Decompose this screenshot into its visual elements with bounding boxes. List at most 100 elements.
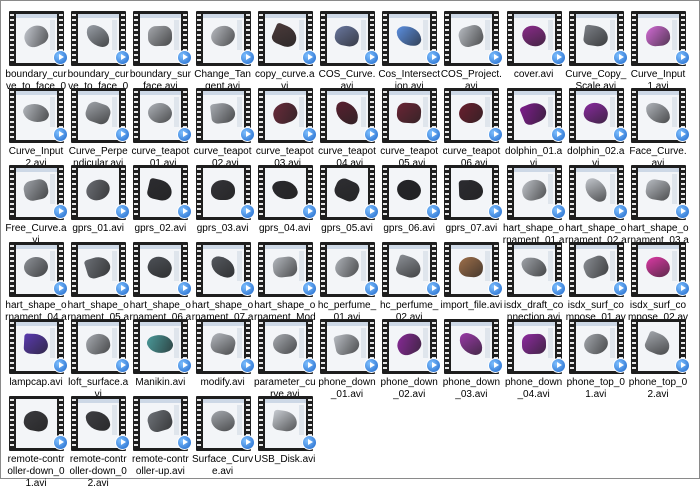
video-thumbnail[interactable] — [568, 319, 628, 374]
model-preview — [85, 410, 111, 432]
video-thumbnail[interactable] — [257, 88, 317, 143]
video-thumbnail[interactable] — [257, 396, 317, 451]
video-file-icon — [488, 127, 504, 142]
video-thumbnail[interactable] — [9, 11, 68, 66]
video-thumbnail[interactable] — [195, 242, 255, 297]
video-thumbnail[interactable] — [133, 88, 193, 143]
thumbnail-screen — [16, 91, 57, 140]
film-strip-left — [134, 322, 139, 371]
video-thumbnail[interactable] — [133, 165, 193, 220]
model-preview — [396, 25, 422, 47]
video-thumbnail[interactable] — [506, 11, 566, 66]
model-preview — [210, 180, 235, 200]
video-thumbnail[interactable] — [631, 88, 690, 143]
film-strip-left — [258, 14, 263, 63]
video-thumbnail[interactable] — [195, 88, 255, 143]
thumbnail-screen — [638, 168, 679, 217]
model-preview — [518, 22, 549, 50]
video-thumbnail[interactable] — [257, 319, 317, 374]
film-strip-left — [445, 168, 450, 217]
film-strip-left — [383, 245, 388, 294]
film-strip-left — [445, 14, 450, 63]
video-thumbnail[interactable] — [568, 165, 628, 220]
video-thumbnail[interactable] — [506, 319, 566, 374]
file-browser-window: boundary_curve_to_face_02.aviboundary_cu… — [0, 0, 700, 489]
file-icon-grid: boundary_curve_to_face_02.aviboundary_cu… — [5, 11, 697, 489]
video-thumbnail[interactable] — [9, 242, 68, 297]
thumbnail-screen — [451, 14, 493, 63]
video-thumbnail[interactable] — [71, 165, 131, 220]
video-thumbnail[interactable] — [631, 319, 690, 374]
video-thumbnail[interactable] — [9, 165, 68, 220]
video-thumbnail[interactable] — [382, 242, 442, 297]
video-thumbnail[interactable] — [133, 11, 193, 66]
video-thumbnail[interactable] — [195, 11, 255, 66]
film-strip-left — [383, 168, 388, 217]
video-thumbnail[interactable] — [631, 242, 690, 297]
file-name: phone_down_04.avi — [504, 377, 563, 400]
video-thumbnail[interactable] — [320, 319, 379, 374]
video-thumbnail[interactable] — [133, 319, 193, 374]
film-strip-left — [507, 245, 512, 294]
video-thumbnail[interactable] — [71, 396, 131, 451]
video-thumbnail[interactable] — [195, 319, 255, 374]
video-thumbnail[interactable] — [195, 396, 255, 451]
model-preview — [458, 255, 485, 279]
video-thumbnail[interactable] — [320, 242, 379, 297]
video-thumbnail[interactable] — [506, 242, 566, 297]
video-thumbnail[interactable] — [631, 165, 690, 220]
video-thumbnail[interactable] — [320, 88, 379, 143]
video-thumbnail[interactable] — [195, 165, 255, 220]
video-file-icon — [239, 127, 255, 142]
file-name: phone_top_02.avi — [628, 377, 688, 400]
video-file-icon — [550, 358, 566, 373]
video-thumbnail[interactable] — [133, 396, 193, 451]
video-file-icon — [675, 358, 690, 373]
video-thumbnail[interactable] — [320, 165, 379, 220]
video-thumbnail[interactable] — [257, 242, 317, 297]
video-thumbnail[interactable] — [444, 319, 504, 374]
film-strip-left — [196, 399, 201, 448]
model-preview — [269, 22, 300, 50]
video-thumbnail[interactable] — [444, 242, 504, 297]
video-thumbnail[interactable] — [444, 165, 504, 220]
file-name: lampcap.avi — [9, 377, 63, 388]
video-thumbnail[interactable] — [382, 88, 442, 143]
video-thumbnail[interactable] — [382, 319, 442, 374]
video-thumbnail[interactable] — [382, 165, 442, 220]
video-thumbnail[interactable] — [568, 242, 628, 297]
video-thumbnail[interactable] — [382, 11, 442, 66]
video-thumbnail[interactable] — [444, 88, 504, 143]
video-thumbnail[interactable] — [506, 88, 566, 143]
video-thumbnail[interactable] — [568, 11, 628, 66]
thumbnail-screen — [264, 14, 306, 63]
video-thumbnail[interactable] — [320, 11, 379, 66]
thumbnail-screen — [202, 91, 244, 140]
video-file-icon — [53, 435, 68, 450]
thumbnail-screen — [638, 91, 679, 140]
video-thumbnail[interactable] — [71, 88, 131, 143]
video-thumbnail[interactable] — [9, 319, 68, 374]
video-thumbnail[interactable] — [133, 242, 193, 297]
video-thumbnail[interactable] — [568, 88, 628, 143]
film-strip-left — [321, 168, 325, 217]
video-thumbnail[interactable] — [257, 165, 317, 220]
video-thumbnail[interactable] — [71, 319, 131, 374]
model-preview — [581, 100, 610, 126]
video-thumbnail[interactable] — [71, 11, 131, 66]
video-file-icon — [426, 50, 442, 65]
model-preview — [645, 24, 671, 48]
video-thumbnail[interactable] — [444, 11, 504, 66]
video-thumbnail[interactable] — [71, 242, 131, 297]
video-thumbnail[interactable] — [257, 11, 317, 66]
video-thumbnail[interactable] — [9, 396, 68, 451]
video-file-icon — [177, 435, 193, 450]
film-strip-left — [507, 14, 512, 63]
file-name: phone_down_01.avi — [318, 377, 376, 400]
video-thumbnail[interactable] — [631, 11, 690, 66]
video-file-icon — [550, 50, 566, 65]
thumbnail-screen — [140, 91, 182, 140]
video-thumbnail[interactable] — [9, 88, 68, 143]
model-preview — [209, 101, 236, 125]
video-thumbnail[interactable] — [506, 165, 566, 220]
